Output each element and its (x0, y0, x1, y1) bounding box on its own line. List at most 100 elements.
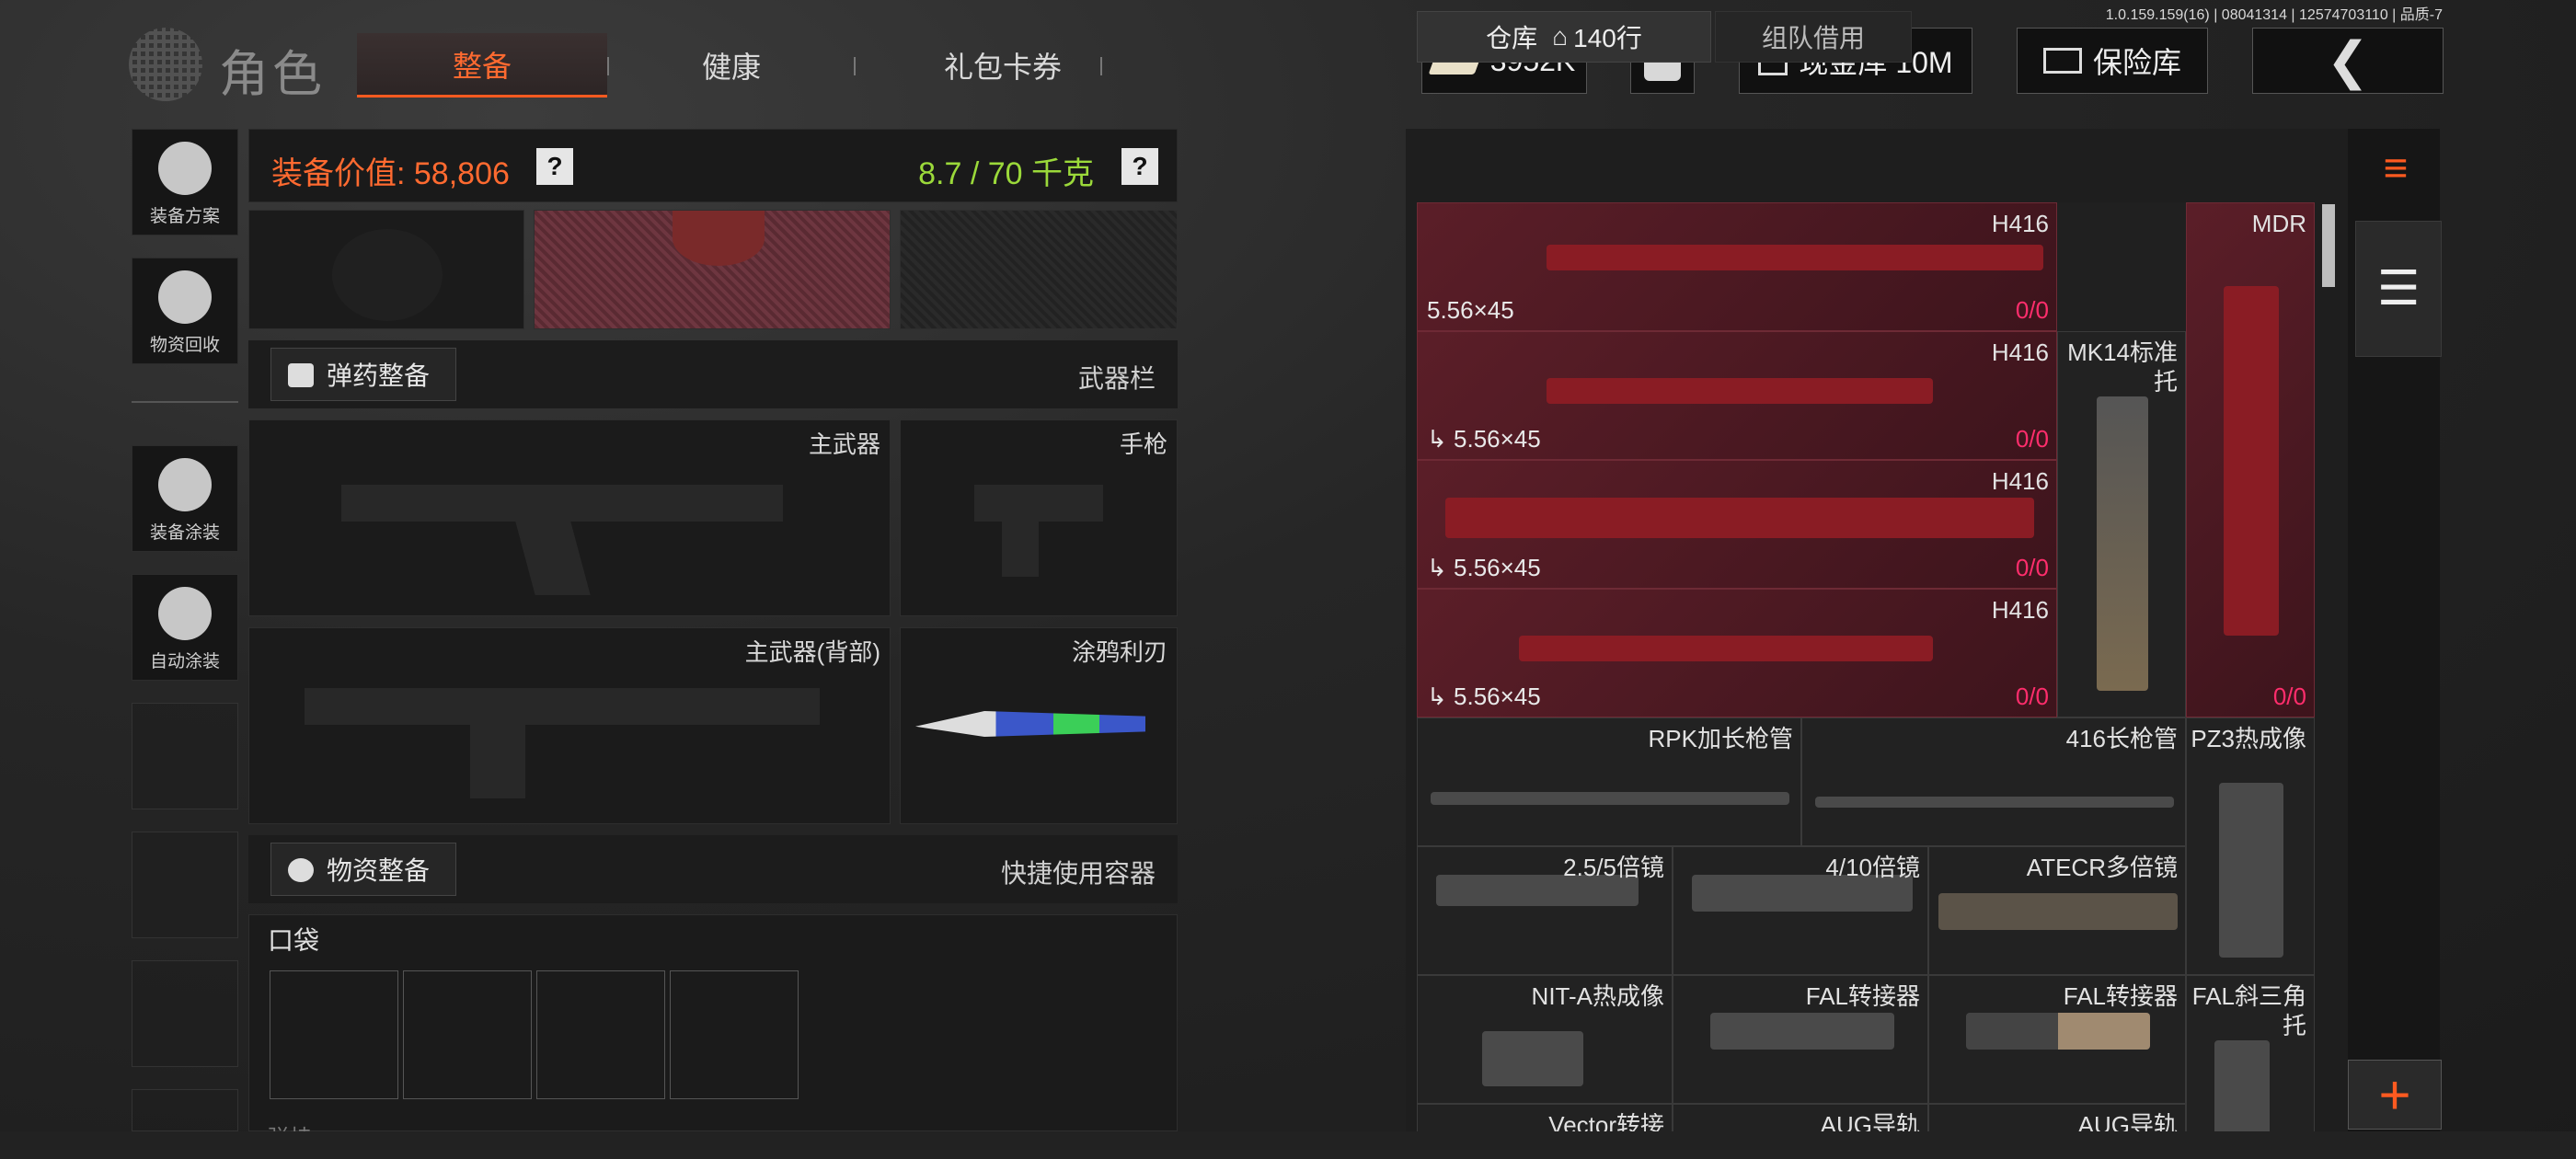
item-name: FAL转接器 (1805, 982, 1920, 1010)
equipment-summary: 装备价值: 58,806 ? 8.7 / 70 千克 ? (248, 129, 1178, 202)
inventory-item[interactable]: 2.5/5倍镜 (1417, 846, 1673, 975)
inventory-item[interactable]: NIT-A热成像 (1417, 975, 1673, 1104)
barrel-icon (1815, 797, 2174, 808)
stock-icon (2214, 1040, 2270, 1131)
plus-icon: + (2378, 1063, 2411, 1126)
caliber-text: 5.56×45 (1454, 683, 1541, 710)
supply-loadout-button[interactable]: 物资整备 (270, 843, 457, 896)
ammo-icon (288, 363, 314, 387)
helmet-slot[interactable] (248, 210, 524, 329)
tab-health[interactable]: 健康 (635, 33, 828, 98)
rifle-mag-silhouette (470, 725, 525, 798)
primary-weapon-slot[interactable]: 主武器 (248, 419, 891, 616)
pocket-slot[interactable] (670, 970, 799, 1099)
item-count: 0/0 (2015, 296, 2049, 324)
inventory-item[interactable]: ATECR多倍镜 (1928, 846, 2186, 975)
rifle-icon (1519, 636, 1933, 661)
item-name: H416 (1991, 210, 2049, 237)
inventory-item[interactable]: 416长枪管 (1801, 717, 2186, 846)
tab-loadout[interactable]: 整备 (357, 33, 607, 98)
pocket-slot[interactable] (270, 970, 398, 1099)
item-name: 4/10倍镜 (1825, 854, 1920, 881)
sidebar-item-label: 装备涂装 (149, 523, 220, 543)
safe-box-button[interactable]: 保险库 (2017, 28, 2208, 94)
melee-slot[interactable]: 涂鸦利刃 (900, 627, 1178, 824)
inventory-item[interactable]: AUG导轨 (1928, 1104, 2186, 1131)
item-name: 2.5/5倍镜 (1563, 854, 1664, 881)
stock-adapter-icon (1966, 1013, 2150, 1050)
item-name: FAL转接器 (2063, 982, 2178, 1010)
item-name: RPK加长枪管 (1648, 725, 1793, 752)
inventory-item[interactable]: FAL转接器 (1928, 975, 2186, 1104)
pocket-panel: 口袋 弹挂 (248, 914, 1178, 1151)
tab-divider (1100, 57, 1102, 75)
sidebar-item-loadout-plan[interactable]: 装备方案 (132, 129, 238, 235)
safe-icon (2042, 48, 2082, 74)
item-name: AUG导轨 (1820, 1111, 1920, 1131)
inventory-item[interactable]: H416 5.56×45 0/0 (1417, 202, 2057, 331)
rifle-silhouette-icon (305, 688, 820, 725)
item-caliber: ↳ 5.56×45 (1427, 683, 1541, 710)
tab-team-borrow[interactable]: 组队借用 (1715, 11, 1912, 63)
sort-refresh-button[interactable]: ≡ (2366, 138, 2425, 197)
sidebar-empty-slot (132, 960, 238, 1067)
sidebar-item-label: 装备方案 (149, 207, 220, 226)
inventory-item[interactable]: PZ3热成像 (2186, 717, 2315, 975)
pistol-slot[interactable]: 手枪 (900, 419, 1178, 616)
recycle-icon (158, 270, 212, 324)
rifle-silhouette-icon (341, 485, 783, 522)
back-weapon-slot[interactable]: 主武器(背部) (248, 627, 891, 824)
batch-store-button[interactable]: ☰ (2355, 221, 2442, 357)
inventory-item[interactable]: MDR 0/0 (2186, 202, 2315, 717)
weight-help-button[interactable]: ? (1121, 148, 1158, 185)
helmet-paint-icon (158, 458, 212, 511)
slot-label: 主武器 (808, 430, 880, 458)
count-a: 0 (2272, 683, 2287, 710)
item-caliber: ↳ 5.56×45 (1427, 554, 1541, 581)
sidebar-item-label: 物资回收 (149, 336, 220, 355)
inventory-item[interactable]: FAL斜三角托 (2186, 975, 2315, 1131)
version-text: 1.0.159.159(16) | 08041314 | 12574703110… (2105, 7, 2443, 23)
ammo-section: 弹药整备 武器栏 (248, 340, 1178, 408)
warehouse-scrollbar[interactable] (2322, 204, 2335, 287)
inventory-item[interactable]: RPK加长枪管 (1417, 717, 1801, 846)
sidebar-empty-slot (132, 703, 238, 809)
armor-slot[interactable] (900, 210, 1178, 329)
count-a: 0 (2015, 425, 2030, 453)
inventory-item[interactable]: AUG导轨 (1673, 1104, 1928, 1131)
item-name: ATECR多倍镜 (2026, 854, 2178, 881)
page-title: 角色 (219, 47, 326, 102)
supply-icon (288, 858, 314, 882)
inventory-item[interactable]: Vector转接 (1417, 1104, 1673, 1131)
inventory-item[interactable]: H416 ↳ 5.56×45 0/0 (1417, 589, 2057, 717)
inventory-item[interactable]: H416 ↳ 5.56×45 0/0 (1417, 331, 2057, 460)
item-name: H416 (1991, 339, 2049, 366)
ammo-loadout-button[interactable]: 弹药整备 (270, 348, 457, 401)
sidebar-item-auto-paint[interactable]: 自动涂装 (132, 574, 238, 681)
mask-slot[interactable] (534, 210, 891, 329)
thermal-scope-icon (2219, 783, 2283, 958)
inventory-item[interactable]: FAL转接器 (1673, 975, 1928, 1104)
pocket-slot[interactable] (403, 970, 532, 1099)
tab-storage[interactable]: 仓库 ⌂ 140行 (1417, 11, 1711, 63)
weapon-bar-label: 武器栏 (1077, 364, 1156, 393)
inventory-item[interactable]: 4/10倍镜 (1673, 846, 1928, 975)
pocket-slot[interactable] (536, 970, 665, 1099)
mask-icon (673, 211, 765, 266)
count-b: 0 (2035, 296, 2049, 324)
equipment-value: 装备价值: 58,806 (271, 156, 510, 191)
tab-gift-cards[interactable]: 礼包卡券 (874, 33, 1132, 98)
sidebar-item-skin[interactable]: 装备涂装 (132, 445, 238, 552)
item-name: MK14标准托 (2067, 339, 2178, 396)
item-count: 0/0 (2015, 683, 2049, 710)
rifle-icon (1547, 245, 2043, 270)
value-help-button[interactable]: ? (536, 148, 573, 185)
sidebar-item-recycle[interactable]: 物资回收 (132, 258, 238, 364)
ammo-loadout-label: 弹药整备 (327, 361, 431, 390)
back-button[interactable]: ❮ (2252, 28, 2444, 94)
add-button[interactable]: + (2348, 1060, 2442, 1130)
count-b: 0 (2293, 683, 2306, 710)
inventory-item[interactable]: MK14标准托 (2057, 331, 2186, 717)
inventory-item[interactable]: H416 ↳ 5.56×45 0/0 (1417, 460, 2057, 589)
sidebar-empty-slot (132, 1089, 238, 1131)
